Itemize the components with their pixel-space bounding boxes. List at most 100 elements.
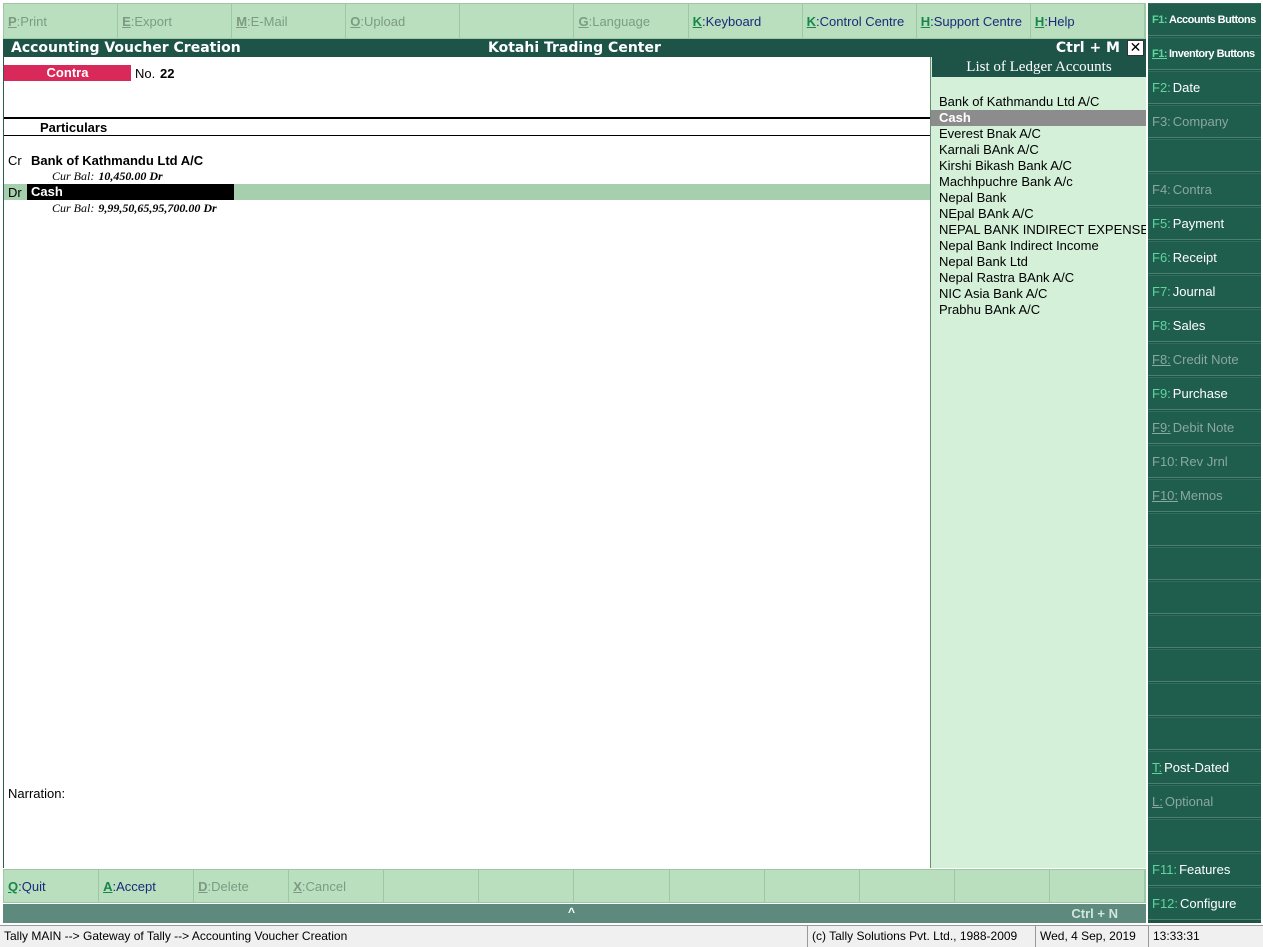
curbal-value: 10,450.00 Dr bbox=[98, 169, 163, 183]
button-label: Cancel bbox=[305, 878, 346, 894]
side-button-configure[interactable]: F12: Configure bbox=[1148, 887, 1261, 920]
side-button-features[interactable]: F11: Features bbox=[1148, 853, 1261, 886]
toolbar-button-keyboard[interactable]: K: Keyboard bbox=[689, 4, 803, 38]
chevron-up-icon[interactable]: ^ bbox=[568, 905, 575, 919]
entry-account[interactable]: Bank of Kathmandu Ltd A/C bbox=[31, 153, 203, 168]
hotkey: L: bbox=[1152, 794, 1163, 809]
side-button-rev-jrnl[interactable]: F10: Rev Jrnl bbox=[1148, 445, 1261, 478]
ledger-list-panel: List of Ledger Accounts Bank of Kathmand… bbox=[930, 57, 1146, 868]
side-button-sales[interactable]: F8: Sales bbox=[1148, 309, 1261, 342]
toolbar-button-help[interactable]: H: Help bbox=[1031, 4, 1145, 38]
close-icon[interactable]: ✕ bbox=[1127, 40, 1144, 56]
hotkey: F1: bbox=[1152, 13, 1168, 26]
button-label: Memos bbox=[1180, 488, 1223, 503]
button-label: Optional bbox=[1164, 794, 1214, 809]
button-label: Features bbox=[1179, 862, 1231, 877]
ledger-item[interactable]: Cash bbox=[931, 110, 1146, 126]
bottom-button-empty bbox=[860, 870, 955, 902]
header-divider bbox=[4, 135, 931, 136]
entry-current-balance: Cur Bal: 10,450.00 Dr bbox=[52, 169, 163, 184]
company-name: Kotahi Trading Center bbox=[488, 40, 661, 56]
bottom-button-quit[interactable]: Q: Quit bbox=[4, 870, 100, 902]
hotkey: D bbox=[198, 878, 208, 894]
side-button-credit-note[interactable]: F8: Credit Note bbox=[1148, 343, 1261, 376]
ledger-list-title: List of Ledger Accounts bbox=[932, 57, 1146, 77]
side-button-optional[interactable]: L: Optional bbox=[1148, 785, 1261, 818]
hotkey: F7: bbox=[1152, 284, 1171, 299]
toolbar-button-upload[interactable]: O: Upload bbox=[346, 4, 461, 38]
ctrl-m-shortcut[interactable]: Ctrl + M bbox=[1056, 40, 1120, 56]
side-button-journal[interactable]: F7: Journal bbox=[1148, 275, 1261, 308]
button-label: Date bbox=[1172, 80, 1201, 95]
side-button-contra[interactable]: F4: Contra bbox=[1148, 173, 1261, 206]
ledger-list: Bank of Kathmandu Ltd A/C Cash Everest Bna… bbox=[931, 94, 1146, 318]
side-button-memos[interactable]: F10: Memos bbox=[1148, 479, 1261, 512]
button-label: Export bbox=[134, 13, 172, 29]
side-button-date[interactable]: F2: Date bbox=[1148, 71, 1261, 104]
ctrl-n-shortcut[interactable]: Ctrl + N bbox=[1071, 906, 1118, 921]
ledger-item[interactable]: Machhpuchre Bank A/c bbox=[931, 174, 1146, 190]
toolbar-button-print[interactable]: P: Print bbox=[4, 4, 119, 38]
ledger-item[interactable]: Nepal Rastra BAnk A/C bbox=[931, 270, 1146, 286]
button-label: Help bbox=[1047, 13, 1075, 29]
bottom-button-cancel[interactable]: X: Cancel bbox=[289, 870, 385, 902]
hotkey: F6: bbox=[1152, 250, 1171, 265]
ledger-item[interactable]: Karnali BAnk A/C bbox=[931, 142, 1146, 158]
side-button-purchase[interactable]: F9: Purchase bbox=[1148, 377, 1261, 410]
hotkey: F10: bbox=[1152, 454, 1179, 469]
status-time: 13:33:31 bbox=[1153, 929, 1200, 943]
toolbar-button-e-mail[interactable]: M: E-Mail bbox=[232, 4, 347, 38]
voucher-type-badge[interactable]: Contra bbox=[4, 65, 131, 81]
side-button-accounts-buttons[interactable]: F1: Accounts Buttons bbox=[1148, 3, 1261, 36]
status-date: Wed, 4 Sep, 2019 bbox=[1040, 929, 1136, 943]
side-button-debit-note[interactable]: F9: Debit Note bbox=[1148, 411, 1261, 444]
hotkey: H bbox=[920, 13, 931, 29]
ledger-item[interactable]: NEPAL BANK INDIRECT EXPENSE bbox=[931, 222, 1146, 238]
ledger-item[interactable]: Kirshi Bikash Bank A/C bbox=[931, 158, 1146, 174]
side-button-inventory-buttons[interactable]: F1: Inventory Buttons bbox=[1148, 37, 1261, 70]
toolbar-button-support-centre[interactable]: H: Support Centre bbox=[917, 4, 1031, 38]
side-button-empty bbox=[1148, 683, 1261, 716]
ledger-item[interactable]: Nepal Bank Indirect Income bbox=[931, 238, 1146, 254]
curbal-label: Cur Bal: bbox=[52, 169, 95, 183]
hotkey: G bbox=[578, 13, 589, 29]
ledger-item[interactable]: Everest Bnak A/C bbox=[931, 126, 1146, 142]
ctrl-n-bar: ^ Ctrl + N bbox=[3, 904, 1146, 923]
side-button-company[interactable]: F3: Company bbox=[1148, 105, 1261, 138]
side-button-post-dated[interactable]: T: Post-Dated bbox=[1148, 751, 1261, 784]
button-label: Debit Note bbox=[1172, 420, 1235, 435]
breadcrumb: Tally MAIN --> Gateway of Tally --> Acco… bbox=[4, 929, 348, 943]
side-button-receipt[interactable]: F6: Receipt bbox=[1148, 241, 1261, 274]
toolbar-button-control-centre[interactable]: K: Control Centre bbox=[803, 4, 917, 38]
narration-label[interactable]: Narration: bbox=[8, 786, 65, 801]
button-label: Delete bbox=[211, 878, 249, 894]
bottom-button-accept[interactable]: A: Accept bbox=[99, 870, 195, 902]
button-label: Post-Dated bbox=[1164, 760, 1230, 775]
side-button-empty bbox=[1148, 717, 1261, 750]
ledger-item[interactable]: Nepal Bank bbox=[931, 190, 1146, 206]
ledger-item[interactable]: Nepal Bank Ltd bbox=[931, 254, 1146, 270]
hotkey: F10: bbox=[1152, 488, 1179, 503]
bottom-button-delete[interactable]: D: Delete bbox=[194, 870, 290, 902]
button-label: Accounts Buttons bbox=[1169, 13, 1256, 26]
side-button-empty bbox=[1148, 581, 1261, 614]
ledger-item[interactable]: Prabhu BAnk A/C bbox=[931, 302, 1146, 318]
hotkey: O bbox=[350, 13, 361, 29]
account-input[interactable]: Cash bbox=[27, 184, 234, 200]
bottom-button-empty bbox=[1050, 870, 1145, 902]
bottom-button-empty bbox=[479, 870, 575, 902]
toolbar-button-export[interactable]: E: Export bbox=[118, 4, 233, 38]
hotkey: F11: bbox=[1152, 862, 1178, 877]
ledger-item[interactable]: Bank of Kathmandu Ltd A/C bbox=[931, 94, 1146, 110]
button-label: Accept bbox=[116, 878, 156, 894]
button-label: Journal bbox=[1172, 284, 1216, 299]
side-button-empty bbox=[1148, 139, 1261, 172]
status-divider bbox=[1035, 926, 1036, 947]
bottom-toolbar: Q: Quit A: Accept D: Delete X: Cancel bbox=[3, 869, 1146, 903]
curbal-label: Cur Bal: bbox=[52, 201, 95, 215]
ledger-item[interactable]: NEpal BAnk A/C bbox=[931, 206, 1146, 222]
hotkey: F8: bbox=[1152, 318, 1171, 333]
toolbar-button-language[interactable]: G: Language bbox=[574, 4, 689, 38]
side-button-payment[interactable]: F5: Payment bbox=[1148, 207, 1261, 240]
ledger-item[interactable]: NIC Asia Bank A/C bbox=[931, 286, 1146, 302]
